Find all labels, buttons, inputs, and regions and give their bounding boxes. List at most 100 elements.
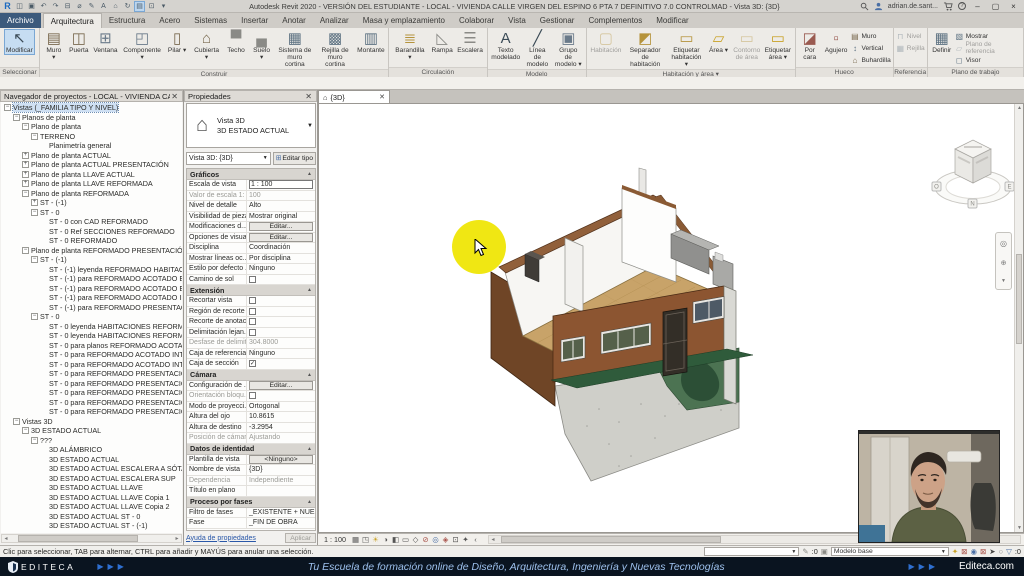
tab-colaborar[interactable]: Colaborar — [452, 13, 501, 28]
signed-in-user[interactable]: adrian.de.sant... — [888, 3, 938, 10]
help-icon[interactable]: ? — [958, 2, 966, 10]
tab-vista[interactable]: Vista — [501, 13, 533, 28]
revit-logo-icon[interactable]: R — [2, 1, 13, 12]
expand-icon[interactable]: + — [22, 152, 29, 159]
property-row-recorte-de-anotac[interactable]: Recorte de anotac... — [187, 317, 315, 328]
collapse-icon[interactable]: − — [22, 190, 29, 197]
tree-item[interactable]: −Plano de planta REFORMADO PRESENTACIÓN — [1, 246, 182, 256]
thin-lines-icon[interactable]: ▤ — [134, 1, 145, 12]
tree-item[interactable]: −ST - 0 — [1, 208, 182, 218]
ribbon-button-buhardilla[interactable]: ⌂Buhardilla — [850, 54, 890, 66]
restore-button[interactable]: ▢ — [989, 2, 1002, 11]
ribbon-button-rea[interactable]: ▱Área ▾ — [707, 29, 731, 55]
print-icon[interactable]: ⊟ — [62, 1, 73, 12]
chevron-down-icon[interactable]: ▼ — [307, 123, 315, 129]
search-icon[interactable] — [860, 2, 869, 11]
tree-item[interactable]: 3D ESTADO ACTUAL ST - 0 — [1, 512, 182, 522]
close-hidden-icon[interactable]: ⊡ — [146, 1, 157, 12]
property-row-regi-n-de-recorte[interactable]: Región de recorte ... — [187, 307, 315, 318]
checkbox-empty[interactable] — [249, 276, 256, 283]
ribbon-group-label-seleccionar[interactable]: Seleccionar ▾ — [0, 67, 39, 77]
tree-item[interactable]: ST - (-1) para REFORMADO ACOTADO EXT — [1, 274, 182, 284]
collapse-icon[interactable]: ▲ — [307, 171, 312, 177]
property-row-disciplina[interactable]: DisciplinaCoordinación — [187, 243, 315, 254]
customize-qat-icon[interactable]: ▾ — [158, 1, 169, 12]
zoom-icon[interactable]: ⊕ — [1001, 259, 1007, 267]
view-cube[interactable]: O E N — [931, 127, 1015, 227]
ribbon-button-separador-de-habitaci-n[interactable]: ◩Separador de habitación — [624, 29, 666, 69]
tree-item[interactable]: ST - 0 Ref SECCIONES REFORMADO — [1, 227, 182, 237]
collapse-icon[interactable]: − — [22, 247, 29, 254]
tree-item[interactable]: +Plano de planta LLAVE ACTUAL — [1, 170, 182, 180]
edit-button[interactable]: Editar... — [249, 222, 313, 231]
property-section-proceso-por-fases[interactable]: Proceso por fases▲ — [187, 497, 315, 508]
worksets-icon[interactable]: ✦ — [952, 547, 958, 556]
workset-selector[interactable]: ▼ — [704, 547, 799, 556]
edit-type-button[interactable]: ⊞ Editar tipo — [273, 152, 316, 165]
expand-icon[interactable]: + — [22, 180, 29, 187]
property-row-configuraci-n-de[interactable]: Configuración de ...Editar... — [187, 381, 315, 392]
temporary-hide-icon[interactable]: ◎ — [431, 535, 440, 544]
ribbon-button-visor[interactable]: ◻Visor — [955, 54, 1021, 66]
gray-inactive-icon[interactable]: ▣ — [821, 547, 828, 556]
tree-item[interactable]: ST - 0 para REFORMADO PRESENTACIÓN C — [1, 407, 182, 417]
ribbon-button-suelo[interactable]: ▄Suelo ▾ — [249, 29, 274, 62]
scrollbar-thumb[interactable] — [18, 535, 138, 542]
tree-item[interactable]: +Plano de planta LLAVE REFORMADA — [1, 179, 182, 189]
ribbon-button-etiquetar-rea[interactable]: ▭Etiquetar área ▾ — [763, 29, 793, 62]
view-scale-button[interactable]: 1 : 100 — [321, 534, 349, 545]
editable-only-icon[interactable]: ✎ — [802, 547, 808, 556]
tree-item[interactable]: −Plano de planta — [1, 122, 182, 132]
property-row-orientaci-n-bloqu[interactable]: Orientación bloqu... — [187, 391, 315, 402]
ribbon-button-nivel[interactable]: ⊓Nivel — [896, 30, 925, 42]
property-row-caja-de-referencia[interactable]: Caja de referenciaNinguno — [187, 349, 315, 360]
tree-item[interactable]: 3D ESTADO ACTUAL ESCALERA SUP — [1, 474, 182, 484]
tab-sistemas[interactable]: Sistemas — [187, 13, 234, 28]
property-row-escala-de-vista[interactable]: Escala de vista1 : 100 — [187, 180, 315, 191]
tree-item[interactable]: ST - 0 leyenda HABITACIONES REFORMAD — [1, 322, 182, 332]
property-row-posici-n-de-c-mara[interactable]: Posición de cámaraAjustando — [187, 433, 315, 444]
tab-arquitectura[interactable]: Arquitectura — [43, 13, 102, 28]
visual-style-icon[interactable]: ◳ — [361, 535, 370, 544]
collapse-icon[interactable]: − — [22, 123, 29, 130]
collapse-icon[interactable]: − — [31, 209, 38, 216]
undo-icon[interactable]: ↶ — [38, 1, 49, 12]
ribbon-button-definir[interactable]: ▦Definir — [930, 29, 954, 55]
crop-view-icon[interactable]: ▭ — [401, 535, 410, 544]
tree-item[interactable]: ST - 0 con CAD REFORMADO — [1, 217, 182, 227]
scroll-right-icon[interactable]: ▸ — [173, 535, 181, 542]
edit-button[interactable]: Editar... — [249, 233, 313, 242]
ribbon-button-por-cara[interactable]: ◪Por cara — [798, 29, 822, 62]
tree-item[interactable]: 3D ESTADO ACTUAL LLAVE Copia 1 — [1, 493, 182, 503]
tree-item[interactable]: +Plano de planta ACTUAL — [1, 151, 182, 161]
tree-item[interactable]: −Vistas 3D — [1, 417, 182, 427]
tab-masa-y-emplazamiento[interactable]: Masa y emplazamiento — [356, 13, 452, 28]
tree-item[interactable]: 3D ESTADO ACTUAL ESCALERA A SÓTANO — [1, 464, 182, 474]
collapse-icon[interactable]: − — [13, 418, 20, 425]
collapse-icon[interactable]: − — [31, 313, 38, 320]
property-row-caja-de-secci-n[interactable]: Caja de sección✓ — [187, 359, 315, 370]
property-row-camino-de-sol[interactable]: Camino de sol — [187, 275, 315, 286]
tree-item[interactable]: 3D ALÁMBRICO — [1, 445, 182, 455]
pin-icon[interactable]: ➤ — [989, 547, 995, 556]
scrollbar-thumb[interactable] — [501, 536, 721, 543]
tree-item[interactable]: +ST - (-1) — [1, 198, 182, 208]
property-section-c-mara[interactable]: Cámara▲ — [187, 370, 315, 381]
tree-item[interactable]: ST - (-1) para REFORMADO ACOTADO EXT — [1, 284, 182, 294]
checkbox-empty[interactable] — [249, 297, 256, 304]
temporary-properties-icon[interactable]: ⊡ — [451, 535, 460, 544]
properties-title-bar[interactable]: Propiedades ✕ — [184, 90, 317, 102]
canvas-vscrollbar[interactable]: ▲ ▼ — [1014, 104, 1023, 532]
expand-icon[interactable]: + — [22, 171, 29, 178]
type-selector[interactable]: ⌂ Vista 3D 3D ESTADO ACTUAL ▼ — [186, 103, 316, 148]
navigation-bar[interactable]: ◎ ⊕ ▼ — [995, 232, 1012, 290]
expand-icon[interactable]: + — [22, 161, 29, 168]
sync-icon[interactable]: ↻ — [122, 1, 133, 12]
checkbox-empty[interactable] — [249, 308, 256, 315]
ribbon-button-etiquetar-habitaci-n[interactable]: ▭Etiquetar habitación ▾ — [667, 29, 705, 69]
close-icon[interactable]: ✕ — [304, 92, 313, 101]
tree-item[interactable]: ST - 0 para REFORMADO PRESENTACIÓN C — [1, 388, 182, 398]
ribbon-button-grupo-de-modelo[interactable]: ▣Grupo de modelo ▾ — [553, 29, 584, 69]
property-row-nivel-de-detalle[interactable]: Nivel de detalleAlto — [187, 201, 315, 212]
minimize-button[interactable]: – — [971, 2, 984, 11]
